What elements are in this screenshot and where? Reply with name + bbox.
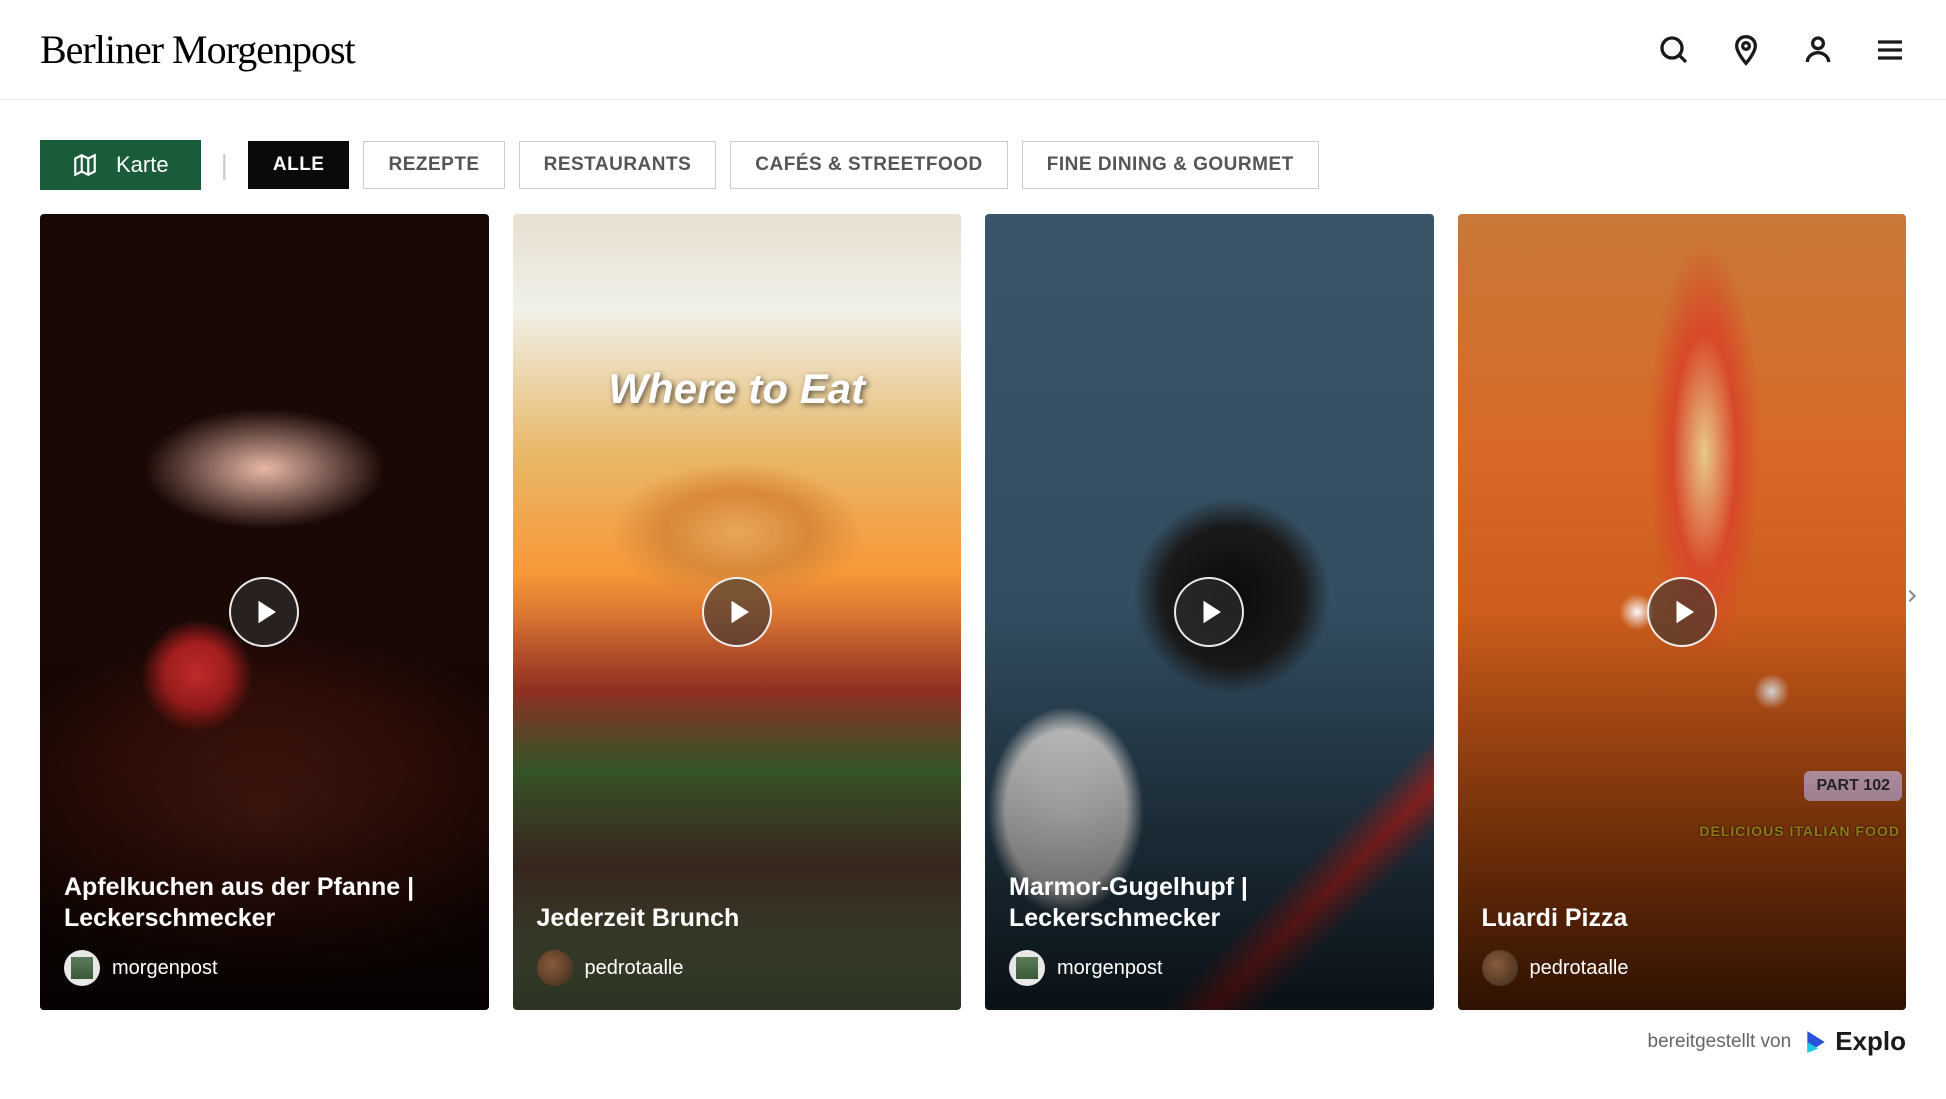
filter-divider: | (221, 149, 228, 181)
filter-tabs: ALLE REZEPTE RESTAURANTS CAFÉS & STREETFOOD… (248, 141, 1319, 189)
video-card[interactable]: Where to EatJederzeit Brunchpedrotaalle (513, 214, 962, 1010)
next-arrow-button[interactable] (1898, 582, 1926, 610)
filter-tab[interactable]: REZEPTE (363, 141, 504, 189)
filter-tab[interactable]: FINE DINING & GOURMET (1022, 141, 1319, 189)
filter-tab[interactable]: CAFÉS & STREETFOOD (730, 141, 1008, 189)
video-card[interactable]: Apfelkuchen aus der Pfanne | Leckerschme… (40, 214, 489, 1010)
map-button[interactable]: Karte (40, 140, 201, 190)
explo-logo-text: Explo (1835, 1026, 1906, 1057)
site-header: Berliner Morgenpost (0, 0, 1946, 100)
video-info: Luardi Pizza pedrotaalle (1458, 879, 1907, 1010)
video-info: Jederzeit Brunch pedrotaalle (513, 879, 962, 1010)
location-icon[interactable] (1730, 34, 1762, 66)
explo-logo[interactable]: Explo (1803, 1026, 1906, 1057)
search-icon[interactable] (1658, 34, 1690, 66)
author-name: pedrotaalle (585, 957, 684, 980)
site-logo[interactable]: Berliner Morgenpost (40, 26, 355, 73)
video-card[interactable]: PART 102DELICIOUS ITALIAN FOODLuardi Piz… (1458, 214, 1907, 1010)
credit-text: bereitgestellt von (1648, 1031, 1792, 1053)
user-icon[interactable] (1802, 34, 1834, 66)
author-name: pedrotaalle (1530, 957, 1629, 980)
footer-credit: bereitgestellt von Explo (40, 1026, 1906, 1057)
video-title: Marmor-Gugelhupf | Leckerschmecker (1009, 872, 1410, 935)
author-avatar (1009, 950, 1045, 986)
play-icon (1669, 597, 1699, 627)
filter-tab[interactable]: ALLE (248, 141, 350, 189)
video-title: Apfelkuchen aus der Pfanne | Leckerschme… (64, 872, 465, 935)
play-button[interactable] (1647, 577, 1717, 647)
video-title: Jederzeit Brunch (537, 903, 938, 934)
video-title: Luardi Pizza (1482, 903, 1883, 934)
play-icon (251, 597, 281, 627)
author-avatar (1482, 950, 1518, 986)
author-name: morgenpost (112, 957, 218, 980)
filter-tab[interactable]: RESTAURANTS (519, 141, 717, 189)
explo-play-icon (1803, 1029, 1829, 1055)
video-author[interactable]: pedrotaalle (1482, 950, 1883, 986)
play-icon (1196, 597, 1226, 627)
video-grid: Apfelkuchen aus der Pfanne | Leckerschme… (40, 214, 1906, 1010)
play-button[interactable] (229, 577, 299, 647)
author-avatar (64, 950, 100, 986)
author-avatar (537, 950, 573, 986)
filter-bar: Karte | ALLE REZEPTE RESTAURANTS CAFÉS & ST… (40, 140, 1906, 190)
author-name: morgenpost (1057, 957, 1163, 980)
map-icon (72, 152, 98, 178)
play-button[interactable] (1174, 577, 1244, 647)
video-info: Marmor-Gugelhupf | Leckerschmecker morgen… (985, 848, 1434, 1011)
header-actions (1658, 34, 1906, 66)
content-area: Karte | ALLE REZEPTE RESTAURANTS CAFÉS & ST… (0, 100, 1946, 1097)
video-author[interactable]: morgenpost (64, 950, 465, 986)
menu-icon[interactable] (1874, 34, 1906, 66)
video-author[interactable]: morgenpost (1009, 950, 1410, 986)
video-card[interactable]: Marmor-Gugelhupf | Leckerschmecker morgen… (985, 214, 1434, 1010)
map-button-label: Karte (116, 152, 169, 178)
video-author[interactable]: pedrotaalle (537, 950, 938, 986)
play-button[interactable] (702, 577, 772, 647)
video-info: Apfelkuchen aus der Pfanne | Leckerschme… (40, 848, 489, 1011)
play-icon (724, 597, 754, 627)
